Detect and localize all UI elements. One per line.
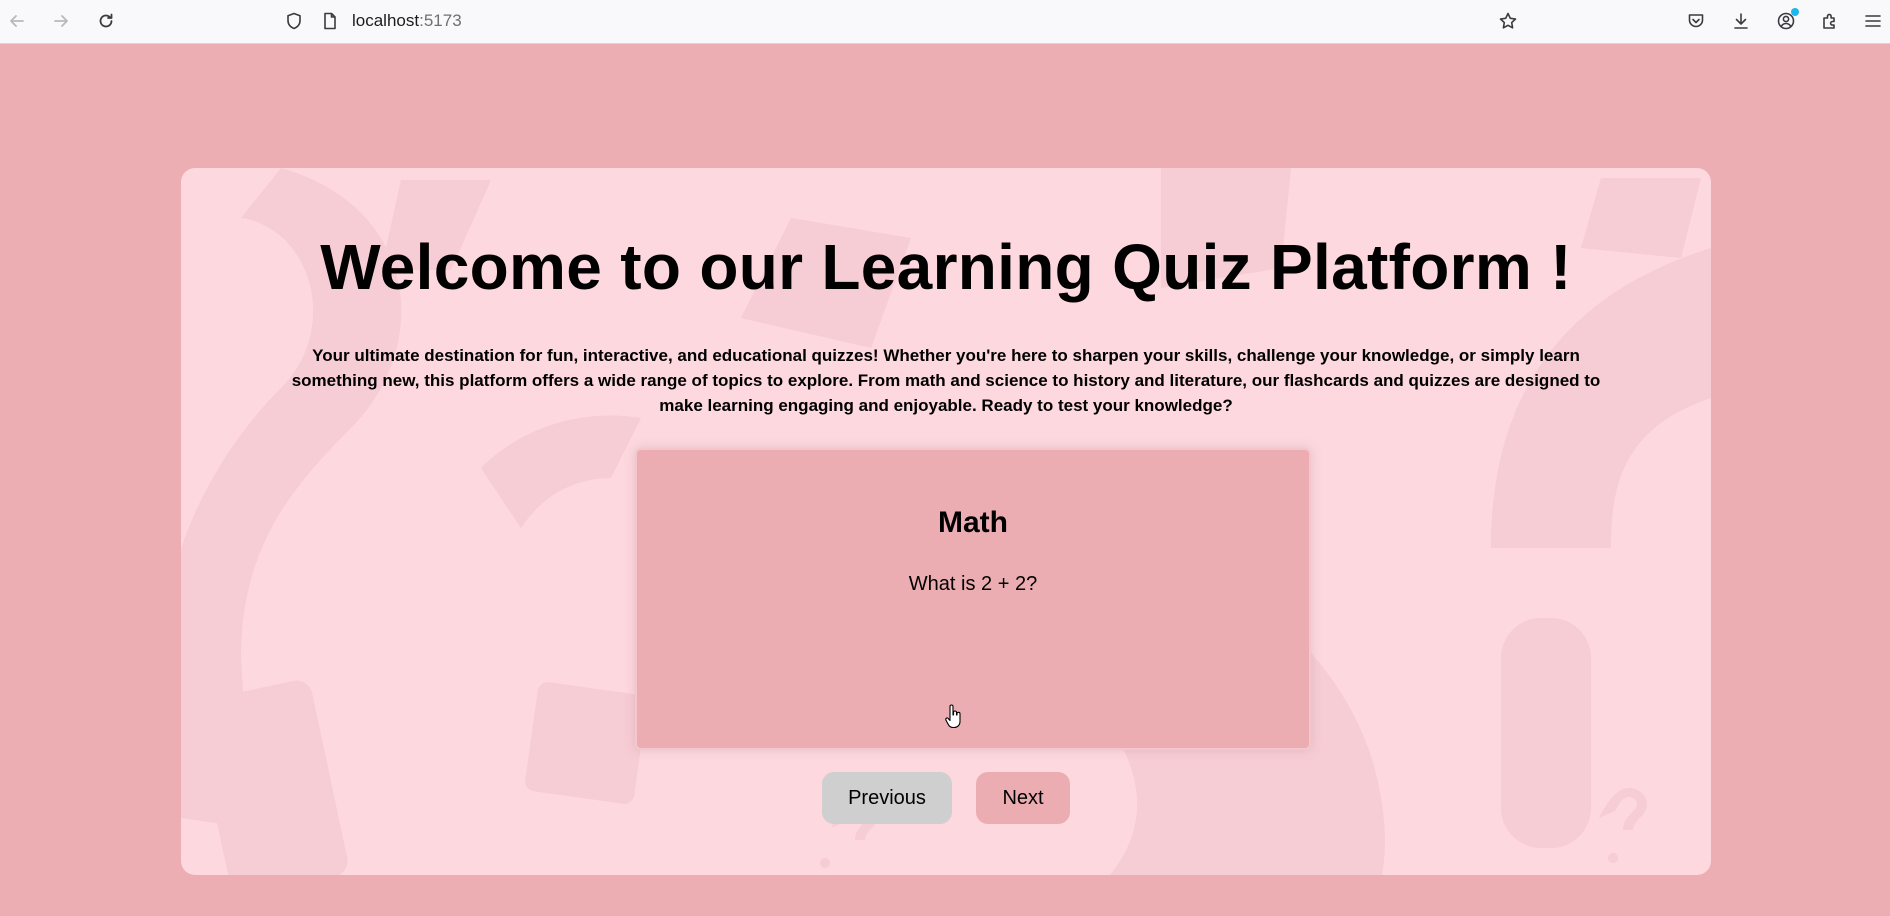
browser-toolbar: localhost:5173 <box>0 0 1890 44</box>
page-icon[interactable] <box>316 7 344 35</box>
url-bar[interactable]: localhost:5173 <box>352 11 462 31</box>
url-host: localhost <box>352 11 420 30</box>
flashcard[interactable]: Math What is 2 + 2? <box>635 448 1311 750</box>
shield-icon[interactable] <box>280 7 308 35</box>
flashcard-question: What is 2 + 2? <box>908 573 1038 595</box>
back-arrow-icon[interactable] <box>3 7 31 35</box>
previous-button[interactable]: Previous <box>822 772 952 824</box>
account-icon[interactable] <box>1772 7 1800 35</box>
extensions-icon[interactable] <box>1816 7 1844 35</box>
reload-icon[interactable] <box>92 7 120 35</box>
notification-dot <box>1791 8 1799 16</box>
page-title: Welcome to our Learning Quiz Platform ! <box>320 231 1572 303</box>
star-icon[interactable] <box>1494 7 1522 35</box>
pocket-icon[interactable] <box>1682 7 1710 35</box>
forward-arrow-icon[interactable] <box>47 7 75 35</box>
url-port: :5173 <box>419 11 462 30</box>
menu-icon[interactable] <box>1859 7 1887 35</box>
main-card: Welcome to our Learning Quiz Platform ! … <box>181 168 1711 875</box>
hand-cursor-icon <box>945 704 961 729</box>
intro-paragraph: Your ultimate destination for fun, inter… <box>291 346 1601 415</box>
flashcard-subject: Math <box>938 506 1008 539</box>
next-button[interactable]: Next <box>976 772 1070 824</box>
download-icon[interactable] <box>1727 7 1755 35</box>
